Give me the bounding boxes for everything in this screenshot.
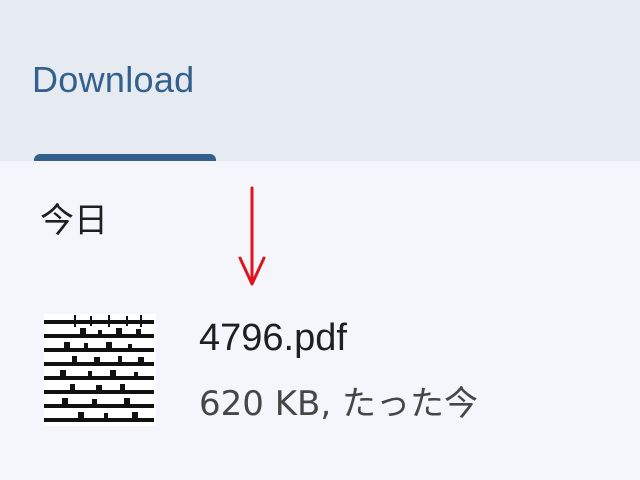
pdf-thumbnail-icon bbox=[44, 314, 156, 426]
file-meta: 620 KB, たった今 bbox=[199, 384, 478, 424]
file-name: 4796.pdf bbox=[199, 317, 347, 359]
download-list-item[interactable]: 4796.pdf 620 KB, たった今 bbox=[0, 300, 640, 440]
app-header: Download bbox=[0, 0, 640, 164]
down-arrow-icon bbox=[238, 186, 266, 286]
section-header-today: 今日 bbox=[40, 201, 108, 241]
header-title: Download bbox=[32, 59, 195, 100]
